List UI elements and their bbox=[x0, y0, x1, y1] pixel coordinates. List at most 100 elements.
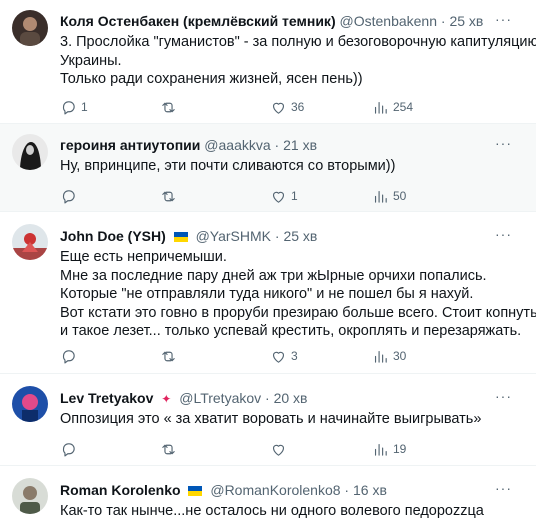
avatar[interactable] bbox=[12, 224, 48, 260]
views-icon bbox=[374, 443, 387, 456]
like-count: 1 bbox=[291, 189, 298, 203]
more-icon[interactable]: ··· bbox=[495, 226, 512, 242]
author-handle[interactable]: @YarSHMK bbox=[196, 228, 271, 244]
author-name[interactable]: героиня антиутопии bbox=[60, 137, 200, 153]
like-count: 36 bbox=[291, 100, 305, 114]
tweet-text-line: и такое лезет... только успевай крестить… bbox=[60, 323, 522, 339]
timestamp[interactable]: 20 хв bbox=[274, 390, 308, 406]
tweet-text-line: Только ради сохранения жизней, ясен пень… bbox=[60, 71, 363, 87]
tweet-body: героиня антиутопии @aaakkva · 21 хв ··· … bbox=[60, 135, 524, 176]
retweet-button[interactable] bbox=[160, 439, 181, 459]
views-count: 254 bbox=[393, 100, 414, 114]
tweet[interactable]: Roman Korolenko @RomanKorolenko8 · 16 хв… bbox=[0, 466, 536, 527]
tweet[interactable]: Коля Остенбакен (кремлёвский темник) @Os… bbox=[0, 0, 536, 124]
tweet-text-line: Мне за последние пару дней аж три жЫрные… bbox=[60, 267, 487, 284]
author-name[interactable]: Roman Korolenko bbox=[60, 482, 181, 498]
tweet[interactable]: героиня антиутопии @aaakkva · 21 хв ··· … bbox=[0, 124, 536, 212]
like-button[interactable]: 36 bbox=[270, 97, 304, 117]
timestamp[interactable]: 16 хв bbox=[353, 482, 387, 498]
separator: · bbox=[274, 137, 280, 153]
avatar[interactable] bbox=[12, 386, 48, 422]
tweet-text-line: Оппозиция это « за хватит воровать и нач… bbox=[60, 411, 482, 427]
tweet-header: Roman Korolenko @RomanKorolenko8 · 16 хв bbox=[60, 480, 524, 500]
more-icon[interactable]: ··· bbox=[495, 480, 512, 496]
reply-icon bbox=[62, 189, 75, 203]
tweet-text: Ну, впринципе, эти почти сливаются со вт… bbox=[60, 157, 524, 176]
tweet-text-line: Ну, впринципе, эти почти сливаются со вт… bbox=[60, 158, 396, 174]
like-button[interactable] bbox=[270, 439, 291, 459]
views-count: 50 bbox=[393, 189, 407, 203]
tweet-text: 3. Прослойка "гуманистов" - за полную и … bbox=[60, 33, 536, 89]
more-icon[interactable]: ··· bbox=[495, 135, 512, 151]
tweet-text-line: Вот кстати это говно в проруби презираю … bbox=[60, 304, 536, 321]
separator: · bbox=[274, 228, 280, 244]
reply-icon bbox=[62, 349, 75, 363]
reply-button[interactable]: 1 bbox=[60, 97, 88, 117]
tweet-text-line: Как-то так нынче...не осталось ни одного… bbox=[60, 503, 484, 519]
ukraine-flag-icon bbox=[188, 486, 203, 496]
timeline: Коля Остенбакен (кремлёвский темник) @Os… bbox=[0, 0, 536, 527]
views-button[interactable]: 50 bbox=[372, 186, 406, 206]
views-button[interactable]: 19 bbox=[372, 439, 406, 459]
separator: · bbox=[440, 13, 446, 29]
author-handle[interactable]: @Ostenbakenn bbox=[340, 13, 438, 29]
retweet-icon bbox=[162, 191, 175, 201]
author-handle[interactable]: @aaakkva bbox=[204, 137, 270, 153]
retweet-icon bbox=[162, 351, 175, 361]
avatar[interactable] bbox=[12, 478, 48, 514]
tweet-text: Оппозиция это « за хватит воровать и нач… bbox=[60, 410, 524, 429]
timestamp[interactable]: 25 хв bbox=[449, 13, 483, 29]
tweet[interactable]: Lev Tretyakov ✦ @LTretyakov · 20 хв ··· … bbox=[0, 374, 536, 466]
badge-emoji-icon: ✦ bbox=[161, 392, 172, 406]
tweet-actions: 19 bbox=[60, 439, 460, 459]
views-count: 19 bbox=[393, 442, 407, 456]
avatar[interactable] bbox=[12, 134, 48, 170]
views-icon bbox=[374, 190, 387, 203]
views-button[interactable]: 30 bbox=[372, 346, 406, 366]
author-name[interactable]: Коля Остенбакен (кремлёвский темник) bbox=[60, 13, 336, 29]
retweet-button[interactable] bbox=[160, 97, 181, 117]
author-name[interactable]: Lev Tretyakov bbox=[60, 390, 153, 406]
tweet-actions: 1 50 bbox=[60, 186, 460, 206]
retweet-button[interactable] bbox=[160, 346, 181, 366]
timestamp[interactable]: 25 хв bbox=[283, 228, 317, 244]
tweet[interactable]: John Doe (YSH) @YarSHMK · 25 хв ··· Еще … bbox=[0, 212, 536, 374]
more-icon[interactable]: ··· bbox=[495, 11, 512, 27]
tweet-body: Lev Tretyakov ✦ @LTretyakov · 20 хв ··· … bbox=[60, 388, 524, 429]
reply-button[interactable] bbox=[60, 439, 81, 459]
reply-icon bbox=[62, 100, 75, 114]
reply-icon bbox=[62, 442, 75, 456]
author-name[interactable]: John Doe (YSH) bbox=[60, 228, 166, 244]
like-count: 3 bbox=[291, 349, 298, 363]
views-button[interactable]: 254 bbox=[372, 97, 413, 117]
tweet-text: Как-то так нынче...не осталось ни одного… bbox=[60, 502, 524, 521]
more-icon[interactable]: ··· bbox=[495, 388, 512, 404]
author-handle[interactable]: @LTretyakov bbox=[179, 390, 261, 406]
tweet-text-line: Еще есть непричемыши. bbox=[60, 249, 227, 265]
tweet-body: Коля Остенбакен (кремлёвский темник) @Os… bbox=[60, 11, 536, 89]
like-button[interactable]: 3 bbox=[270, 346, 298, 366]
tweet-body: Roman Korolenko @RomanKorolenko8 · 16 хв… bbox=[60, 480, 524, 521]
like-button[interactable]: 1 bbox=[270, 186, 298, 206]
heart-icon bbox=[272, 102, 285, 114]
views-icon bbox=[374, 101, 387, 114]
retweet-icon bbox=[162, 102, 175, 112]
heart-icon bbox=[272, 444, 285, 456]
timestamp[interactable]: 21 хв bbox=[283, 137, 317, 153]
reply-button[interactable] bbox=[60, 346, 81, 366]
tweet-body: John Doe (YSH) @YarSHMK · 25 хв ··· Еще … bbox=[60, 226, 536, 341]
separator: · bbox=[344, 482, 350, 498]
tweet-header: Lev Tretyakov ✦ @LTretyakov · 20 хв bbox=[60, 388, 524, 408]
views-count: 30 bbox=[393, 349, 407, 363]
reply-button[interactable] bbox=[60, 186, 81, 206]
reply-count: 1 bbox=[81, 100, 88, 114]
tweet-text: Еще есть непричемыши. Мне за последние п… bbox=[60, 248, 536, 341]
author-handle[interactable]: @RomanKorolenko8 bbox=[210, 482, 340, 498]
retweet-button[interactable] bbox=[160, 186, 181, 206]
ukraine-flag-icon bbox=[173, 232, 188, 242]
tweet-text-line: 3. Прослойка "гуманистов" - за полную и … bbox=[60, 34, 536, 50]
heart-icon bbox=[272, 351, 285, 363]
tweet-header: Коля Остенбакен (кремлёвский темник) @Os… bbox=[60, 11, 524, 31]
tweet-text-line: Украины. bbox=[60, 52, 122, 69]
avatar[interactable] bbox=[12, 10, 48, 46]
